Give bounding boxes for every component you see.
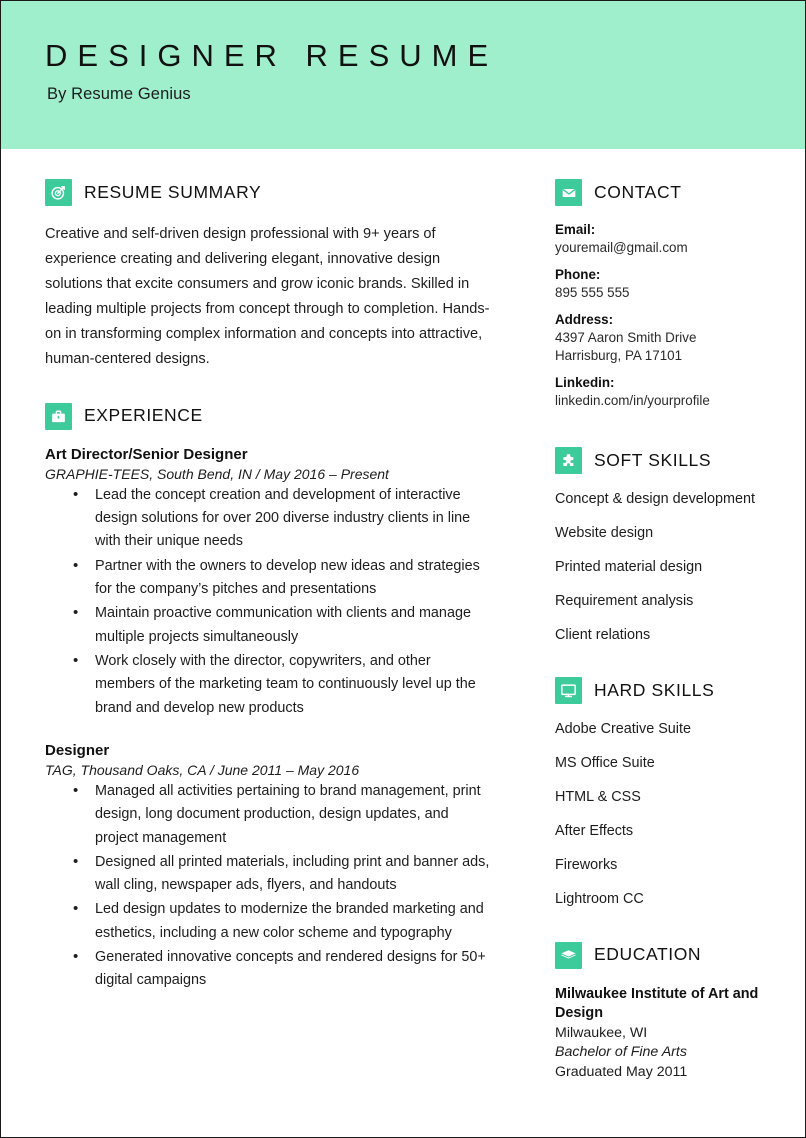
- section-soft-skills: SOFT SKILLS Concept & design development…: [555, 447, 779, 645]
- soft-skill-item: Website design: [555, 524, 654, 541]
- contact-value: 895 555 555: [555, 284, 630, 300]
- soft-skill-item: Printed material design: [555, 558, 703, 575]
- hard-skill-item: After Effects: [555, 823, 634, 840]
- job-company-dates: TAG, Thousand Oaks, CA / June 2011 – May…: [45, 761, 360, 778]
- hard-skill-item: Adobe Creative Suite: [555, 721, 691, 738]
- contact-value: 4397 Aaron Smith Drive Harrisburg, PA 17…: [555, 330, 697, 363]
- job-company-dates: GRAPHIE-TEES, South Bend, IN / May 2016 …: [45, 465, 389, 482]
- job-bullet: Partner with the owners to develop new i…: [73, 554, 493, 602]
- section-header-contact: CONTACT: [555, 179, 779, 206]
- resume-page: DESIGNER RESUME By Resume Genius RESUME …: [0, 0, 806, 1138]
- section-header-resume-summary: RESUME SUMMARY: [45, 179, 493, 206]
- contact-value[interactable]: youremail@gmail.com: [555, 239, 779, 256]
- section-header-education: EDUCATION: [555, 941, 779, 969]
- section-header-experience: EXPERIENCE: [45, 402, 493, 430]
- job-title: Designer: [45, 741, 110, 759]
- hard-skill-item: HTML & CSS: [555, 789, 641, 806]
- job-bullet: Led design updates to modernize the bran…: [73, 897, 493, 945]
- section-contact: CONTACT Email: youremail@gmail.com Phone…: [555, 179, 779, 409]
- job-bullet-list: Managed all activities pertaining to bra…: [45, 779, 493, 993]
- sidebar-column: CONTACT Email: youremail@gmail.com Phone…: [513, 179, 805, 1105]
- contact-value[interactable]: linkedin.com/in/yourprofile: [555, 392, 779, 409]
- section-title-contact: CONTACT: [594, 181, 682, 202]
- experience-entry: Art Director/Senior Designer GRAPHIE-TEE…: [45, 446, 493, 720]
- job-bullet: Designed all printed materials, includin…: [73, 850, 493, 898]
- page-title: DESIGNER RESUME: [45, 38, 499, 73]
- section-title-soft-skills: SOFT SKILLS: [594, 449, 712, 470]
- section-resume-summary: RESUME SUMMARY Creative and self-driven …: [45, 179, 493, 373]
- section-header-soft-skills: SOFT SKILLS: [555, 447, 779, 475]
- hard-skill-item: MS Office Suite: [555, 755, 655, 772]
- contact-entry-email: Email: youremail@gmail.com: [555, 222, 779, 256]
- target-icon: [45, 179, 72, 206]
- envelope-icon: [555, 179, 582, 206]
- hard-skill-item: Fireworks: [555, 856, 618, 873]
- section-title-resume-summary: RESUME SUMMARY: [84, 181, 262, 202]
- soft-skill-item: Concept & design development: [555, 491, 756, 508]
- main-column: RESUME SUMMARY Creative and self-driven …: [1, 179, 513, 1007]
- section-header-hard-skills: HARD SKILLS: [555, 677, 779, 705]
- soft-skill-item: Client relations: [555, 626, 651, 643]
- section-education: EDUCATION Milwaukee Institute of Art and…: [555, 941, 779, 1084]
- education-graduation: Graduated May 2011: [555, 1064, 688, 1081]
- contact-entry-address: Address: 4397 Aaron Smith Drive Harrisbu…: [555, 312, 779, 364]
- header-subtitle: By Resume Genius: [47, 85, 191, 104]
- hard-skill-item: Lightroom CC: [555, 890, 644, 907]
- education-school: Milwaukee Institute of Art and Design: [555, 985, 759, 1022]
- job-bullet: Work closely with the director, copywrit…: [73, 649, 493, 720]
- resume-header-banner: DESIGNER RESUME By Resume Genius: [1, 1, 805, 149]
- job-title: Art Director/Senior Designer: [45, 445, 248, 463]
- resume-body: RESUME SUMMARY Creative and self-driven …: [1, 149, 805, 1105]
- briefcase-icon: [45, 402, 72, 430]
- education-location: Milwaukee, WI: [555, 1024, 648, 1041]
- soft-skill-item: Requirement analysis: [555, 592, 694, 609]
- section-title-education: EDUCATION: [594, 944, 702, 965]
- job-bullet-list: Lead the concept creation and developmen…: [45, 483, 493, 720]
- job-bullet: Lead the concept creation and developmen…: [73, 483, 493, 554]
- graduation-cap-icon: [555, 941, 582, 969]
- section-experience: EXPERIENCE Art Director/Senior Designer …: [45, 402, 493, 993]
- contact-label: Phone:: [555, 267, 601, 283]
- puzzle-icon: [555, 447, 582, 475]
- experience-entry: Designer TAG, Thousand Oaks, CA / June 2…: [45, 742, 493, 993]
- monitor-icon: [555, 677, 582, 705]
- section-title-experience: EXPERIENCE: [84, 405, 203, 426]
- section-hard-skills: HARD SKILLS Adobe Creative Suite MS Offi…: [555, 677, 779, 909]
- job-bullet: Generated innovative concepts and render…: [73, 945, 493, 993]
- contact-entry-linkedin: Linkedin: linkedin.com/in/yourprofile: [555, 375, 779, 409]
- job-bullet: Managed all activities pertaining to bra…: [73, 779, 493, 850]
- section-title-hard-skills: HARD SKILLS: [594, 680, 715, 701]
- contact-label: Address:: [555, 312, 614, 328]
- contact-label: Email:: [555, 222, 596, 237]
- contact-entry-phone: Phone: 895 555 555: [555, 267, 779, 301]
- education-degree: Bachelor of Fine Arts: [555, 1044, 687, 1061]
- job-bullet: Maintain proactive communication with cl…: [73, 601, 493, 649]
- contact-label: Linkedin:: [555, 374, 615, 390]
- summary-paragraph: Creative and self-driven design professi…: [45, 226, 490, 368]
